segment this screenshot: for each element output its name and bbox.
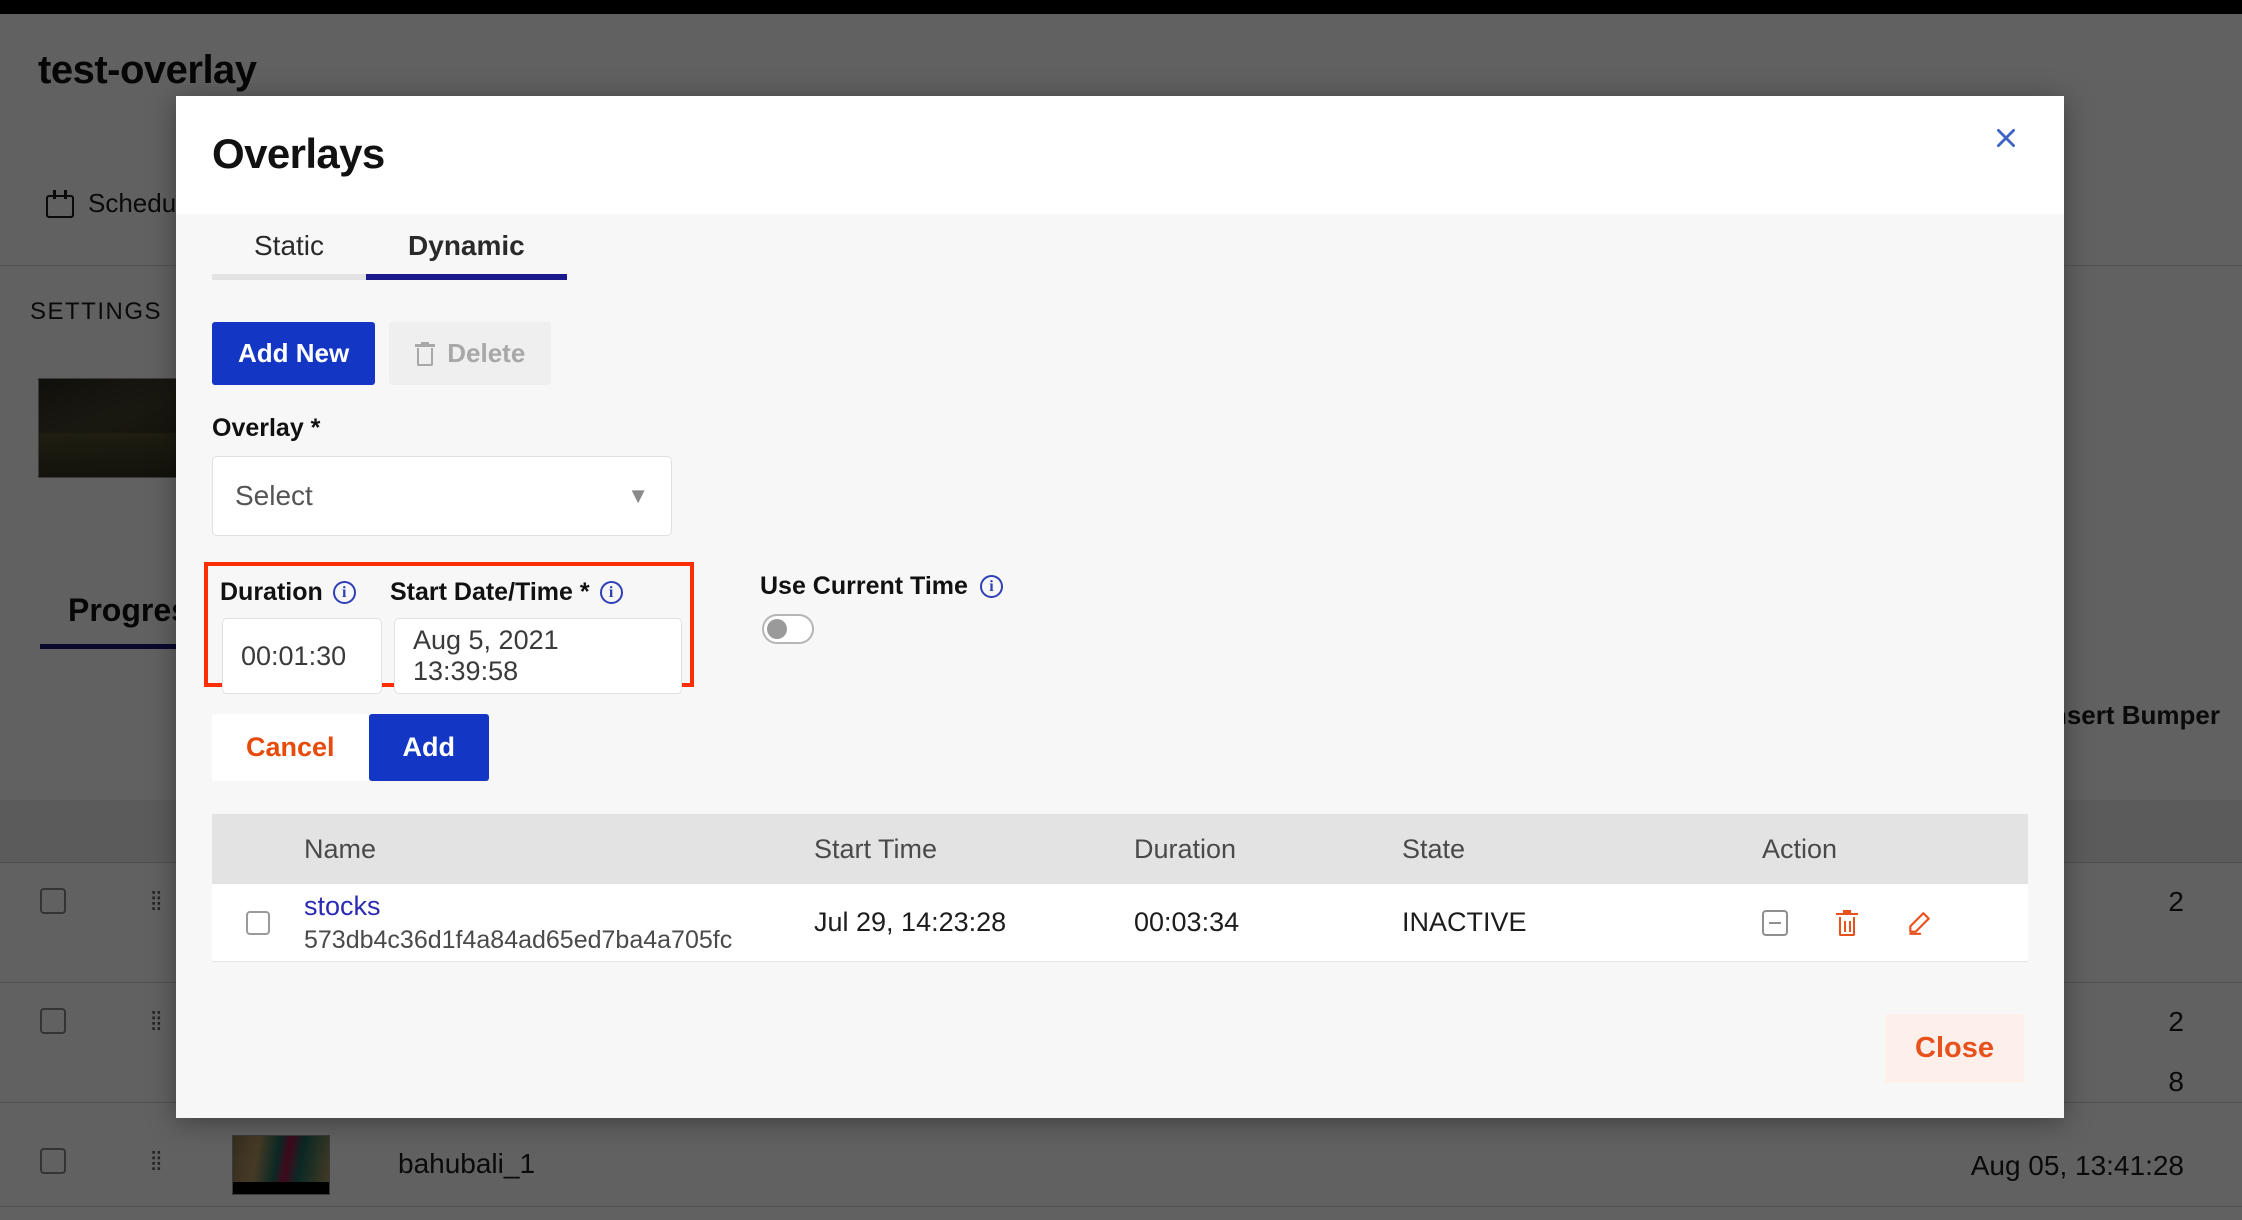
overlay-field-label: Overlay * (212, 414, 321, 442)
close-x-icon[interactable] (1984, 116, 2028, 160)
start-datetime-label-group: Start Date/Time * i (390, 578, 623, 607)
row-duration: 00:03:34 (1134, 907, 1240, 937)
cancel-button[interactable]: Cancel (212, 714, 369, 781)
start-datetime-label: Start Date/Time * (390, 578, 590, 606)
header-state: State (1402, 833, 1466, 864)
minus-box-icon[interactable] (1762, 909, 1788, 936)
tab-dynamic-underline (366, 274, 567, 280)
row-checkbox[interactable] (246, 910, 270, 935)
tab-bar: Static Dynamic (212, 214, 567, 280)
header-start-time: Start Time (814, 833, 938, 864)
add-new-button[interactable]: Add New (212, 322, 376, 385)
row-name-cell: stocks 573db4c36d1f4a84ad65ed7ba4a705fc (304, 891, 814, 955)
toggle-knob (767, 619, 787, 639)
trash-icon (415, 341, 436, 366)
modal-body: Static Dynamic Add New Delete Overlay * … (176, 214, 2064, 1118)
info-icon[interactable]: i (332, 581, 356, 604)
duration-startdatetime-highlight: Duration i Start Date/Time * i 00:01:30 … (204, 562, 694, 694)
row-actions-cell (1762, 909, 2028, 936)
header-name: Name (304, 833, 377, 864)
row-state: INACTIVE (1402, 907, 1527, 937)
info-icon[interactable]: i (979, 575, 1003, 598)
tab-dynamic-label: Dynamic (408, 230, 525, 261)
modal-footer: Close (176, 978, 2064, 1118)
duration-label-group: Duration i (220, 578, 356, 607)
tab-static-label: Static (254, 230, 325, 261)
overlay-id: 573db4c36d1f4a84ad65ed7ba4a705fc (304, 925, 733, 954)
tab-static-underline (212, 274, 367, 280)
use-current-time-toggle[interactable] (762, 614, 814, 644)
overlay-select-value: Select (235, 480, 313, 511)
tab-static[interactable]: Static (212, 214, 367, 280)
table-header-row: Name Start Time Duration State Action (212, 814, 2028, 884)
chevron-down-icon: ▼ (627, 483, 649, 508)
info-icon[interactable]: i (599, 581, 623, 604)
form-actions: Cancel Add (212, 714, 490, 781)
header-action: Action (1762, 833, 1838, 864)
use-current-time-label: Use Current Time (760, 572, 968, 600)
add-button[interactable]: Add (368, 714, 490, 781)
row-start-time: Jul 29, 14:23:28 (814, 907, 1007, 937)
start-datetime-input[interactable]: Aug 5, 2021 13:39:58 (394, 618, 682, 694)
row-checkbox-cell (212, 910, 304, 935)
use-current-time-label-group: Use Current Time i (760, 572, 1003, 601)
delete-label: Delete (447, 338, 526, 368)
duration-input[interactable]: 00:01:30 (222, 618, 382, 694)
duration-input-value: 00:01:30 (241, 640, 347, 671)
trash-icon[interactable] (1836, 909, 1858, 936)
toolbar: Add New Delete (212, 322, 552, 385)
overlays-modal: Overlays Static Dynamic Add New Delete O… (176, 96, 2064, 1118)
table-row[interactable]: stocks 573db4c36d1f4a84ad65ed7ba4a705fc … (212, 884, 2028, 962)
start-datetime-input-value: Aug 5, 2021 13:39:58 (413, 625, 559, 686)
overlay-name-link[interactable]: stocks (304, 891, 814, 922)
header-duration: Duration (1134, 833, 1237, 864)
tab-dynamic[interactable]: Dynamic (366, 214, 567, 280)
overlays-table: Name Start Time Duration State Action st… (212, 814, 2028, 962)
modal-header: Overlays (176, 96, 2064, 214)
close-button[interactable]: Close (1885, 1014, 2024, 1083)
overlay-select[interactable]: Select ▼ (212, 456, 672, 536)
delete-button[interactable]: Delete (389, 322, 552, 385)
pencil-edit-icon[interactable] (1906, 910, 1932, 936)
duration-label: Duration (220, 578, 323, 606)
modal-title: Overlays (212, 130, 385, 177)
